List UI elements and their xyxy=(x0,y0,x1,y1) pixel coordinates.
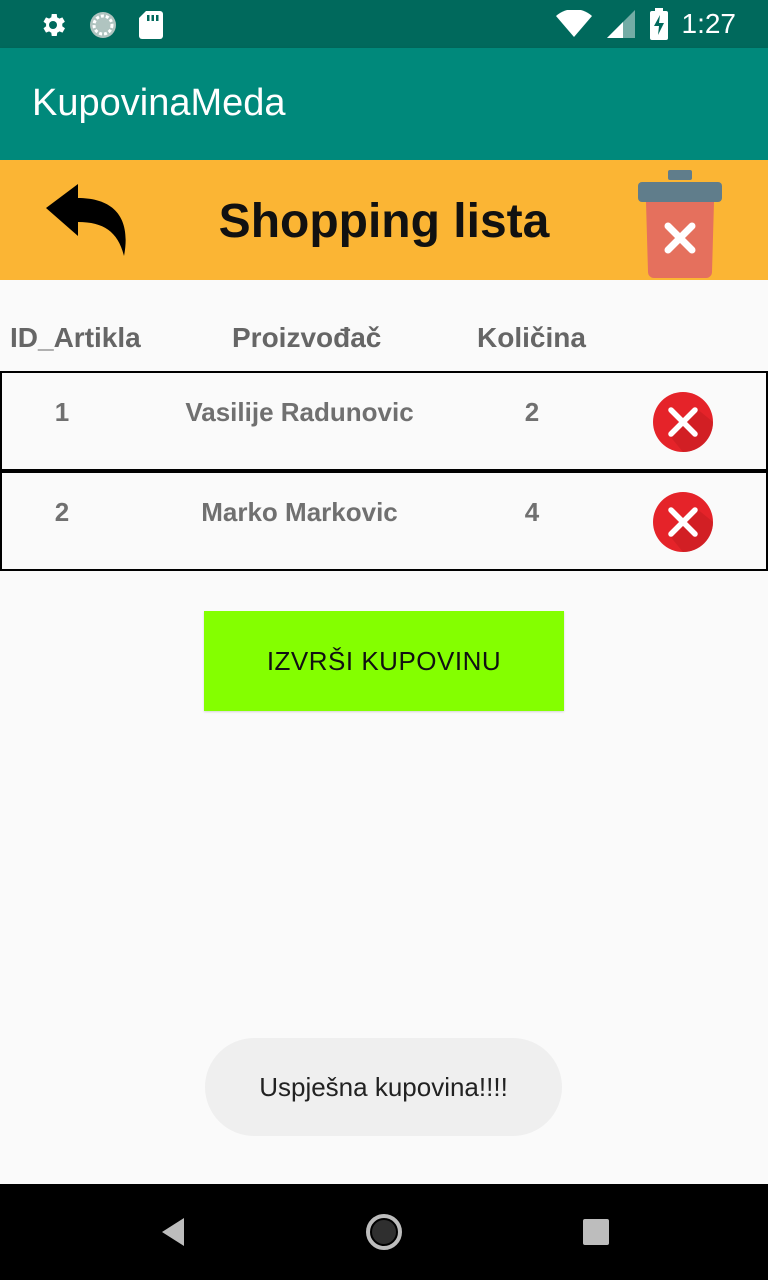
app-bar: KupovinaMeda xyxy=(0,48,768,160)
shopping-list-header: Shopping lista xyxy=(0,160,768,280)
column-header-manufacturer: Proizvođač xyxy=(232,322,382,353)
clear-list-button[interactable] xyxy=(632,168,728,280)
nav-recents-button[interactable] xyxy=(574,1210,618,1254)
cell-quantity: 2 xyxy=(524,397,540,427)
trash-delete-icon xyxy=(638,170,722,278)
settings-icon xyxy=(43,14,65,36)
close-circle-icon xyxy=(653,492,713,552)
clock: 1:27 xyxy=(681,8,737,39)
close-circle-icon xyxy=(653,392,713,452)
battery-charging-icon xyxy=(649,8,668,40)
cell-id: 2 xyxy=(54,497,70,527)
navigation-bar xyxy=(0,1184,768,1280)
nav-back-icon xyxy=(162,1218,184,1246)
nav-recents-icon xyxy=(583,1219,609,1245)
app-title: KupovinaMeda xyxy=(32,82,286,124)
delete-row-button[interactable] xyxy=(652,391,714,453)
cell-id: 1 xyxy=(54,397,70,427)
delete-row-button[interactable] xyxy=(652,491,714,553)
sd-card-icon xyxy=(139,11,163,39)
sync-icon xyxy=(90,12,116,38)
wifi-icon xyxy=(555,10,592,37)
execute-purchase-button[interactable]: IZVRŠI KUPOVINU xyxy=(204,611,564,711)
cellular-signal-icon xyxy=(606,10,635,38)
cell-quantity: 4 xyxy=(524,497,540,527)
nav-home-button[interactable] xyxy=(362,1210,406,1254)
cell-manufacturer: Marko Markovic xyxy=(201,497,398,527)
table-row: 2 Marko Markovic 4 xyxy=(0,471,768,571)
nav-home-icon xyxy=(366,1214,402,1250)
status-bar: 1:27 xyxy=(0,0,768,48)
table-row: 1 Vasilije Radunovic 2 xyxy=(0,371,768,471)
column-header-id: ID_Artikla xyxy=(10,322,141,353)
toast-message: Uspješna kupovina!!!! xyxy=(205,1038,562,1136)
cell-manufacturer: Vasilije Radunovic xyxy=(185,397,414,427)
column-header-quantity: Količina xyxy=(477,322,586,353)
nav-back-button[interactable] xyxy=(152,1210,196,1254)
